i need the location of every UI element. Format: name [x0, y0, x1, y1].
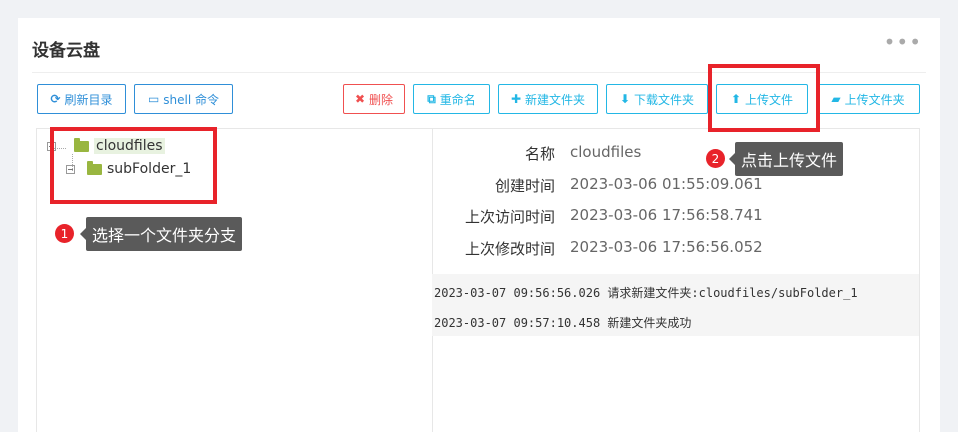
- close-icon: ✖: [354, 92, 366, 106]
- copy-icon: ⧉: [427, 92, 436, 106]
- rename-button[interactable]: ⧉ 重命名: [413, 84, 490, 114]
- download-folder-button[interactable]: ⬇ 下载文件夹: [606, 84, 708, 114]
- terminal-icon: ▭: [147, 92, 160, 106]
- log-line: 2023-03-07 09:56:56.026 请求新建文件夹:cloudfil…: [434, 286, 858, 300]
- delete-button[interactable]: ✖ 删除: [343, 84, 405, 114]
- detail-name-value: cloudfiles: [570, 143, 642, 161]
- download-icon: ⬇: [619, 92, 631, 106]
- folder-open-icon: ▰: [831, 92, 841, 106]
- operation-log: 2023-03-07 09:56:56.026 请求新建文件夹:cloudfil…: [432, 274, 919, 336]
- step1-callout: 选择一个文件夹分支: [79, 217, 243, 251]
- detail-accessed-value: 2023-03-06 17:56:58.741: [570, 206, 763, 224]
- detail-modified-value: 2023-03-06 17:56:56.052: [570, 238, 763, 256]
- new-folder-button[interactable]: ✚ 新建文件夹: [498, 84, 598, 114]
- page-title: 设备云盘: [32, 41, 100, 61]
- highlight-box-upload: [708, 64, 820, 132]
- step2-callout: 点击上传文件: [728, 142, 844, 176]
- shell-command-button[interactable]: ▭ shell 命令: [134, 84, 233, 114]
- step-badge: 1: [55, 224, 74, 243]
- highlight-box-tree: [50, 127, 217, 204]
- ellipsis-icon[interactable]: •••: [884, 32, 922, 52]
- plus-icon: ✚: [510, 92, 522, 106]
- refresh-icon: ⟳: [50, 92, 61, 106]
- refresh-directory-button[interactable]: ⟳ 刷新目录: [37, 84, 126, 114]
- step-badge: 2: [706, 149, 725, 168]
- upload-folder-button[interactable]: ▰ 上传文件夹: [816, 84, 920, 114]
- log-line: 2023-03-07 09:57:10.458 新建文件夹成功: [434, 316, 692, 330]
- detail-created-value: 2023-03-06 01:55:09.061: [570, 175, 763, 193]
